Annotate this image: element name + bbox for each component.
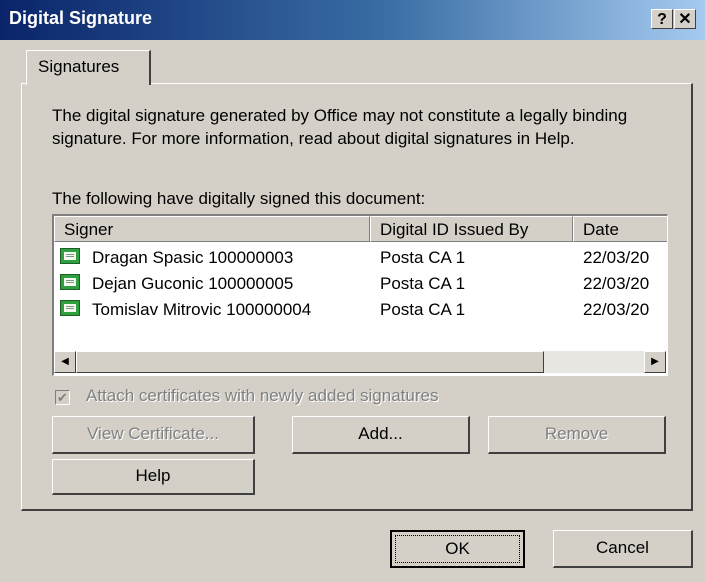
- window-title: Digital Signature: [9, 8, 153, 28]
- signer-name: Dejan Guconic 100000005: [92, 274, 294, 293]
- sign-date: 22/03/20: [583, 274, 650, 293]
- tab-signatures[interactable]: Signatures: [26, 50, 151, 85]
- issuer-name: Posta CA 1: [380, 300, 466, 319]
- arrow-left-icon: ◀: [61, 356, 69, 367]
- column-header-date-label: Date: [583, 220, 619, 239]
- sign-date: 22/03/20: [583, 300, 650, 319]
- certificate-icon: [60, 274, 80, 290]
- help-label: Help: [135, 466, 171, 485]
- view-certificate-label: View Certificate...: [87, 424, 219, 443]
- title-bar[interactable]: Digital Signature ? ✕: [0, 0, 705, 40]
- scroll-thumb[interactable]: [76, 351, 544, 373]
- cancel-label: Cancel: [596, 538, 649, 557]
- table-row[interactable]: Tomislav Mitrovic 100000004 Posta CA 1 2…: [54, 297, 667, 323]
- horizontal-scrollbar[interactable]: ◀ ▶: [54, 351, 666, 373]
- disclaimer-text: The digital signature generated by Offic…: [52, 106, 628, 148]
- scroll-right-button[interactable]: ▶: [644, 351, 666, 373]
- cancel-button[interactable]: Cancel: [553, 530, 693, 568]
- issuer-name: Posta CA 1: [380, 248, 466, 267]
- view-certificate-button[interactable]: View Certificate...: [52, 416, 255, 454]
- issuer-name: Posta CA 1: [380, 274, 466, 293]
- help-button[interactable]: Help: [52, 459, 255, 495]
- remove-label: Remove: [544, 424, 609, 443]
- help-icon: ?: [657, 11, 667, 28]
- column-header-issuer-label: Digital ID Issued By: [380, 220, 529, 239]
- certificate-icon: [60, 248, 80, 264]
- checkmark-icon: ✔: [57, 390, 68, 405]
- signer-name: Tomislav Mitrovic 100000004: [92, 300, 312, 319]
- add-button[interactable]: Add...: [292, 416, 470, 454]
- signer-name: Dragan Spasic 100000003: [92, 248, 294, 267]
- signatures-list[interactable]: Signer Digital ID Issued By Date Dragan …: [52, 214, 668, 376]
- attach-certificates-checkbox[interactable]: ✔: [55, 390, 70, 405]
- help-title-button[interactable]: ?: [651, 9, 673, 29]
- close-title-button[interactable]: ✕: [674, 9, 696, 29]
- scroll-left-button[interactable]: ◀: [54, 351, 76, 373]
- digital-signature-dialog: Digital Signature ? ✕ Signatures The dig…: [0, 0, 705, 582]
- column-header-signer-label: Signer: [64, 220, 114, 239]
- tab-signatures-label: Signatures: [38, 57, 120, 76]
- attach-certificates-label: Attach certificates with newly added sig…: [86, 386, 439, 405]
- table-row[interactable]: Dragan Spasic 100000003 Posta CA 1 22/03…: [54, 245, 667, 271]
- column-header-date[interactable]: Date: [573, 216, 667, 242]
- table-row[interactable]: Dejan Guconic 100000005 Posta CA 1 22/03…: [54, 271, 667, 297]
- column-header-issuer[interactable]: Digital ID Issued By: [370, 216, 573, 242]
- column-header-signer[interactable]: Signer: [54, 216, 370, 242]
- ok-label: OK: [445, 539, 470, 558]
- ok-button[interactable]: OK: [390, 530, 525, 568]
- arrow-right-icon: ▶: [651, 356, 659, 367]
- remove-button[interactable]: Remove: [488, 416, 666, 454]
- add-label: Add...: [358, 424, 403, 443]
- signers-heading: The following have digitally signed this…: [52, 189, 426, 208]
- sign-date: 22/03/20: [583, 248, 650, 267]
- close-icon: ✕: [678, 11, 692, 28]
- certificate-icon: [60, 300, 80, 316]
